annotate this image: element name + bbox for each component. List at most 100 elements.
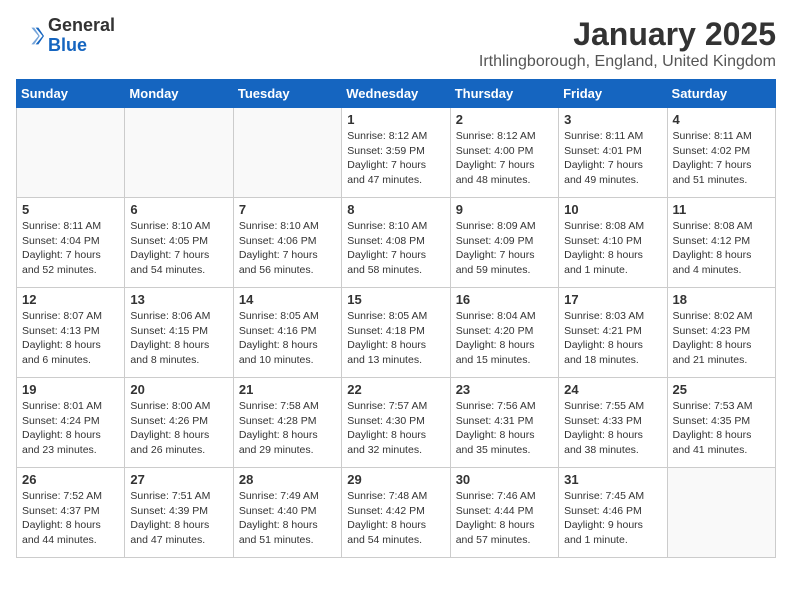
cell-info: Sunrise: 8:12 AMSunset: 3:59 PMDaylight:… [347,129,444,188]
cell-info: Sunrise: 8:05 AMSunset: 4:18 PMDaylight:… [347,309,444,368]
calendar-cell: 19 Sunrise: 8:01 AMSunset: 4:24 PMDayligh… [17,378,125,468]
calendar-week-1: 1 Sunrise: 8:12 AMSunset: 3:59 PMDaylight… [17,108,776,198]
calendar-cell: 15 Sunrise: 8:05 AMSunset: 4:18 PMDayligh… [342,288,450,378]
calendar-cell: 16 Sunrise: 8:04 AMSunset: 4:20 PMDayligh… [450,288,558,378]
weekday-header-monday: Monday [125,80,233,108]
cell-info: Sunrise: 8:07 AMSunset: 4:13 PMDaylight:… [22,309,119,368]
day-number: 14 [239,292,336,307]
day-number: 1 [347,112,444,127]
day-number: 15 [347,292,444,307]
cell-info: Sunrise: 7:58 AMSunset: 4:28 PMDaylight:… [239,399,336,458]
logo-text: General Blue [48,16,115,56]
calendar-cell: 13Sunrise: 8:06 AMSunset: 4:15 PMDayligh… [125,288,233,378]
calendar-cell [667,468,775,558]
day-number: 31 [564,472,661,487]
day-number: 5 [22,202,119,217]
calendar-cell: 14 Sunrise: 8:05 AMSunset: 4:16 PMDayligh… [233,288,341,378]
calendar-week-3: 12 Sunrise: 8:07 AMSunset: 4:13 PMDayligh… [17,288,776,378]
day-number: 9 [456,202,553,217]
day-number: 11 [673,202,770,217]
calendar-cell: 6 Sunrise: 8:10 AMSunset: 4:05 PMDaylight… [125,198,233,288]
day-number: 18 [673,292,770,307]
calendar-cell: 8 Sunrise: 8:10 AMSunset: 4:08 PMDaylight… [342,198,450,288]
calendar-cell: 1 Sunrise: 8:12 AMSunset: 3:59 PMDaylight… [342,108,450,198]
calendar-cell: 23Sunrise: 7:56 AMSunset: 4:31 PMDayligh… [450,378,558,468]
day-number: 13 [130,292,227,307]
day-number: 29 [347,472,444,487]
calendar-cell: 2Sunrise: 8:12 AMSunset: 4:00 PMDaylight… [450,108,558,198]
weekday-header-saturday: Saturday [667,80,775,108]
day-number: 4 [673,112,770,127]
cell-info: Sunrise: 8:08 AMSunset: 4:12 PMDaylight:… [673,219,770,278]
cell-info: Sunrise: 8:09 AMSunset: 4:09 PMDaylight:… [456,219,553,278]
cell-info: Sunrise: 7:57 AMSunset: 4:30 PMDaylight:… [347,399,444,458]
cell-info: Sunrise: 7:46 AMSunset: 4:44 PMDaylight:… [456,489,553,548]
day-number: 22 [347,382,444,397]
cell-info: Sunrise: 8:10 AMSunset: 4:08 PMDaylight:… [347,219,444,278]
day-number: 3 [564,112,661,127]
calendar-cell: 3Sunrise: 8:11 AMSunset: 4:01 PMDaylight… [559,108,667,198]
cell-info: Sunrise: 7:45 AMSunset: 4:46 PMDaylight:… [564,489,661,548]
calendar-header-row: SundayMondayTuesdayWednesdayThursdayFrid… [17,80,776,108]
day-number: 10 [564,202,661,217]
cell-info: Sunrise: 8:10 AMSunset: 4:05 PMDaylight:… [130,219,227,278]
calendar-cell: 22 Sunrise: 7:57 AMSunset: 4:30 PMDayligh… [342,378,450,468]
calendar-cell: 21 Sunrise: 7:58 AMSunset: 4:28 PMDayligh… [233,378,341,468]
cell-info: Sunrise: 8:05 AMSunset: 4:16 PMDaylight:… [239,309,336,368]
cell-info: Sunrise: 8:01 AMSunset: 4:24 PMDaylight:… [22,399,119,458]
calendar-cell: 12 Sunrise: 8:07 AMSunset: 4:13 PMDayligh… [17,288,125,378]
cell-info: Sunrise: 8:10 AMSunset: 4:06 PMDaylight:… [239,219,336,278]
weekday-header-friday: Friday [559,80,667,108]
day-number: 8 [347,202,444,217]
day-number: 27 [130,472,227,487]
calendar-week-4: 19 Sunrise: 8:01 AMSunset: 4:24 PMDayligh… [17,378,776,468]
day-number: 28 [239,472,336,487]
day-number: 21 [239,382,336,397]
calendar-cell: 30Sunrise: 7:46 AMSunset: 4:44 PMDayligh… [450,468,558,558]
cell-info: Sunrise: 7:48 AMSunset: 4:42 PMDaylight:… [347,489,444,548]
calendar-cell [233,108,341,198]
cell-info: Sunrise: 7:51 AMSunset: 4:39 PMDaylight:… [130,489,227,548]
day-number: 6 [130,202,227,217]
day-number: 17 [564,292,661,307]
logo-icon [16,22,44,50]
calendar-week-2: 5 Sunrise: 8:11 AMSunset: 4:04 PMDaylight… [17,198,776,288]
calendar-cell: 27 Sunrise: 7:51 AMSunset: 4:39 PMDayligh… [125,468,233,558]
calendar-cell [17,108,125,198]
month-year-title: January 2025 [479,16,776,53]
calendar-cell: 10 Sunrise: 8:08 AMSunset: 4:10 PMDayligh… [559,198,667,288]
day-number: 20 [130,382,227,397]
title-block: January 2025 Irthlingborough, England, U… [479,16,776,71]
calendar-week-5: 26Sunrise: 7:52 AMSunset: 4:37 PMDayligh… [17,468,776,558]
calendar-cell: 11 Sunrise: 8:08 AMSunset: 4:12 PMDayligh… [667,198,775,288]
day-number: 12 [22,292,119,307]
cell-info: Sunrise: 8:04 AMSunset: 4:20 PMDaylight:… [456,309,553,368]
cell-info: Sunrise: 8:08 AMSunset: 4:10 PMDaylight:… [564,219,661,278]
calendar-table: SundayMondayTuesdayWednesdayThursdayFrid… [16,79,776,558]
cell-info: Sunrise: 7:49 AMSunset: 4:40 PMDaylight:… [239,489,336,548]
day-number: 19 [22,382,119,397]
calendar-cell: 26Sunrise: 7:52 AMSunset: 4:37 PMDayligh… [17,468,125,558]
day-number: 23 [456,382,553,397]
cell-info: Sunrise: 8:11 AMSunset: 4:04 PMDaylight:… [22,219,119,278]
location-subtitle: Irthlingborough, England, United Kingdom [479,53,776,71]
calendar-cell: 29 Sunrise: 7:48 AMSunset: 4:42 PMDayligh… [342,468,450,558]
calendar-cell: 4Sunrise: 8:11 AMSunset: 4:02 PMDaylight… [667,108,775,198]
weekday-header-wednesday: Wednesday [342,80,450,108]
page-header: General Blue January 2025 Irthlingboroug… [16,16,776,71]
day-number: 16 [456,292,553,307]
day-number: 25 [673,382,770,397]
calendar-cell: 28 Sunrise: 7:49 AMSunset: 4:40 PMDayligh… [233,468,341,558]
cell-info: Sunrise: 8:12 AMSunset: 4:00 PMDaylight:… [456,129,553,188]
calendar-cell [125,108,233,198]
logo-general: General [48,15,115,35]
day-number: 7 [239,202,336,217]
logo-blue: Blue [48,35,87,55]
day-number: 24 [564,382,661,397]
calendar-cell: 5 Sunrise: 8:11 AMSunset: 4:04 PMDaylight… [17,198,125,288]
weekday-header-sunday: Sunday [17,80,125,108]
calendar-cell: 31 Sunrise: 7:45 AMSunset: 4:46 PMDayligh… [559,468,667,558]
cell-info: Sunrise: 7:55 AMSunset: 4:33 PMDaylight:… [564,399,661,458]
cell-info: Sunrise: 7:53 AMSunset: 4:35 PMDaylight:… [673,399,770,458]
calendar-cell: 7 Sunrise: 8:10 AMSunset: 4:06 PMDaylight… [233,198,341,288]
